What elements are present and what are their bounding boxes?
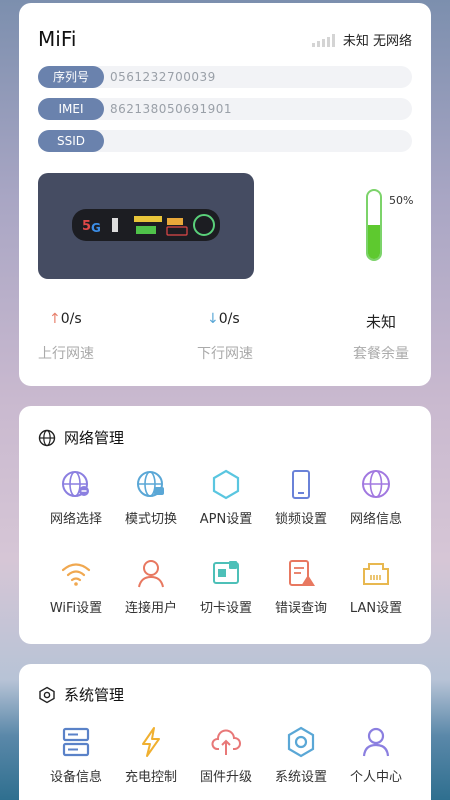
settings-icon	[287, 726, 315, 758]
tile-charge-control-label: 充电控制	[124, 770, 177, 785]
error-report-icon	[289, 560, 315, 586]
upload-label: 上行网速	[38, 346, 94, 362]
svg-text:5: 5	[82, 219, 91, 234]
serial-value: 0561232700039	[110, 70, 216, 84]
globe-select-icon	[62, 471, 89, 497]
tile-network-info-label: 网络信息	[349, 512, 402, 527]
person-icon	[362, 727, 390, 757]
tile-charge-control[interactable]: 充电控制	[111, 726, 191, 785]
download-value: 0/s	[218, 311, 240, 327]
imei-row: IMEI 862138050691901	[38, 98, 412, 120]
phone-icon	[292, 470, 310, 499]
tile-lan-settings[interactable]: LAN设置	[336, 557, 416, 616]
sim-card-icon	[213, 561, 239, 584]
mifi-device-image: 5 G	[38, 173, 254, 279]
tile-band-lock[interactable]: 锁频设置	[261, 468, 341, 527]
tile-error-query[interactable]: 错误查询	[261, 557, 341, 616]
ssid-row: SSID	[38, 130, 412, 152]
tile-system-settings[interactable]: 系统设置	[261, 726, 341, 785]
tile-firmware-upgrade-label: 固件升级	[199, 770, 252, 785]
tile-wifi-settings-label: WiFi设置	[49, 601, 103, 616]
tile-firmware-upgrade[interactable]: 固件升级	[186, 726, 266, 785]
system-management-title: 系统管理	[64, 686, 125, 704]
data-remaining-value: 未知	[366, 313, 397, 331]
tile-error-query-label: 错误查询	[274, 601, 327, 616]
tile-connected-users[interactable]: 连接用户	[111, 557, 191, 616]
tile-network-info[interactable]: 网络信息	[336, 468, 416, 527]
tile-lan-settings-label: LAN设置	[349, 601, 403, 616]
imei-label: IMEI	[38, 98, 104, 120]
tile-connected-users-label: 连接用户	[124, 601, 177, 616]
battery-percent: 50%	[389, 194, 414, 207]
download-speed: ↓0/s	[207, 311, 240, 327]
tile-device-info[interactable]: 设备信息	[36, 726, 116, 785]
server-icon	[62, 727, 90, 757]
globe-switch-icon	[137, 471, 164, 497]
device-power-icon	[193, 214, 215, 236]
system-management-card: 系统管理 设备信息 充电控制 固件升级 系统设置 个人中心	[19, 664, 431, 800]
tile-band-lock-label: 锁频设置	[274, 512, 327, 527]
tile-network-select-label: 网络选择	[49, 512, 102, 527]
upload-arrow-icon: ↑	[49, 311, 61, 327]
network-management-card: 网络管理 网络选择 模式切换 APN设置 锁频设置 网络信息 WiFi设置 连接…	[19, 406, 431, 644]
tile-sim-switch[interactable]: 切卡设置	[186, 557, 266, 616]
network-management-header: 网络管理	[38, 427, 124, 448]
system-management-header: 系统管理	[38, 684, 124, 705]
serial-row: 序列号 0561232700039	[38, 66, 412, 88]
data-remaining-label: 套餐余量	[353, 346, 409, 362]
tile-network-select[interactable]: 网络选择	[36, 468, 116, 527]
wifi-icon	[61, 563, 91, 586]
upload-value: 0/s	[60, 311, 82, 327]
app-title: MiFi	[38, 27, 77, 51]
tile-sim-switch-label: 切卡设置	[199, 601, 252, 616]
battery-gauge	[366, 189, 382, 261]
battery-fill	[368, 225, 380, 259]
lan-port-icon	[363, 563, 389, 585]
imei-value: 862138050691901	[110, 102, 233, 116]
cloud-upload-icon	[211, 729, 241, 755]
tile-mode-switch-label: 模式切换	[124, 512, 177, 527]
tile-personal-center[interactable]: 个人中心	[336, 726, 416, 785]
upload-speed: ↑0/s	[49, 311, 82, 327]
tile-apn-settings-label: APN设置	[199, 512, 253, 527]
network-management-title: 网络管理	[64, 429, 125, 447]
download-arrow-icon: ↓	[207, 311, 219, 327]
network-status-text: 未知 无网络	[342, 34, 412, 49]
ssid-label: SSID	[38, 130, 104, 152]
tile-system-settings-label: 系统设置	[274, 770, 327, 785]
tile-wifi-settings[interactable]: WiFi设置	[36, 557, 116, 616]
tile-personal-center-label: 个人中心	[349, 770, 402, 785]
tile-device-info-label: 设备信息	[49, 770, 102, 785]
hexagon-outline-icon	[39, 686, 55, 703]
device-card: MiFi 未知 无网络 序列号 0561232700039 IMEI 86213…	[19, 3, 431, 386]
globe-outline-icon	[38, 429, 56, 446]
lightning-icon	[142, 727, 160, 757]
globe-icon	[362, 470, 390, 498]
serial-label: 序列号	[38, 66, 104, 88]
hexagon-icon	[212, 469, 240, 500]
tile-apn-settings[interactable]: APN设置	[186, 468, 266, 527]
network-status: 未知 无网络	[311, 30, 412, 49]
user-icon	[138, 560, 164, 588]
download-label: 下行网速	[197, 346, 253, 362]
signal-icon	[311, 33, 335, 47]
tile-mode-switch[interactable]: 模式切换	[111, 468, 191, 527]
svg-text:G: G	[91, 221, 101, 235]
